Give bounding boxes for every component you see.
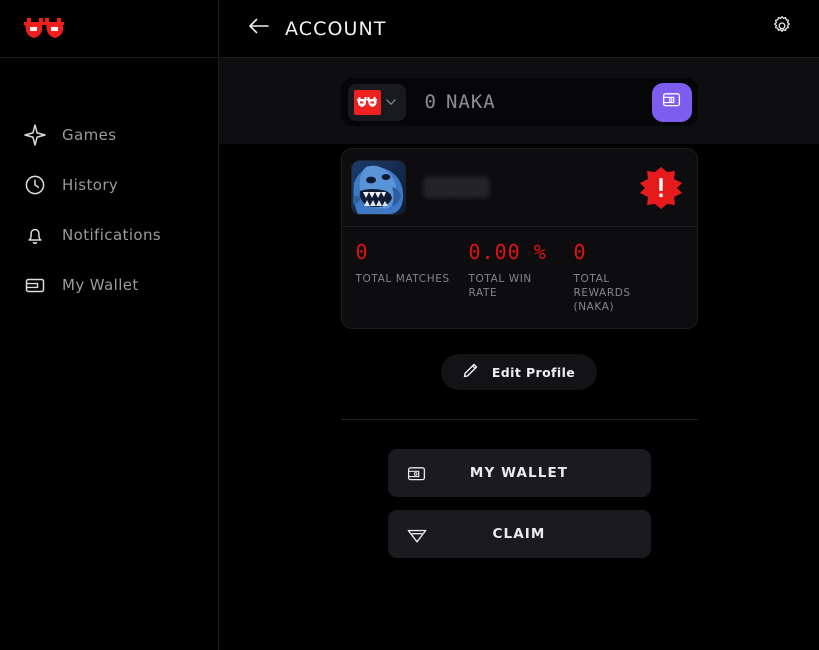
naka-mask-logo-icon bbox=[24, 17, 64, 40]
balance-amount: 0 bbox=[424, 91, 437, 113]
claim-button[interactable]: CLAIM bbox=[387, 510, 651, 558]
stat-label: TOTAL REWARDS (NAKA) bbox=[573, 273, 631, 313]
page-title: ACCOUNT bbox=[285, 17, 387, 40]
sparkle-icon bbox=[24, 124, 46, 146]
main-content: ACCOUNT 0 NAKA 0 TOTAL MATCHES 0.00 % TO… bbox=[219, 0, 819, 650]
balance-display: 0 NAKA bbox=[425, 91, 496, 113]
sidebar-item-label: Notifications bbox=[62, 226, 162, 244]
action-buttons: MY WALLET CLAIM bbox=[219, 449, 819, 558]
balance-token: NAKA bbox=[445, 91, 496, 113]
sidebar-item-games[interactable]: Games bbox=[0, 110, 218, 160]
profile-card: 0 TOTAL MATCHES 0.00 % TOTAL WIN RATE 0 … bbox=[340, 148, 698, 329]
sidebar-item-label: My Wallet bbox=[62, 276, 139, 294]
avatar bbox=[350, 160, 406, 215]
open-wallet-button[interactable] bbox=[651, 82, 692, 122]
profile-header bbox=[342, 149, 697, 226]
gear-icon bbox=[771, 15, 793, 42]
clock-icon bbox=[24, 174, 46, 196]
arrow-left-icon bbox=[248, 17, 270, 40]
bell-icon bbox=[24, 224, 46, 246]
balance-bar: 0 NAKA bbox=[340, 78, 698, 126]
stat-value: 0 bbox=[573, 240, 587, 264]
sidebar-logo[interactable] bbox=[0, 0, 218, 58]
stat-total-win-rate: 0.00 % TOTAL WIN RATE bbox=[455, 241, 560, 314]
alert-badge[interactable] bbox=[639, 166, 683, 210]
chevron-down-icon bbox=[384, 95, 398, 109]
stat-label: TOTAL WIN RATE bbox=[468, 273, 532, 299]
sidebar-item-label: Games bbox=[62, 126, 117, 144]
account-page: Games History Notifications My Wallet AC… bbox=[0, 0, 819, 650]
my-wallet-button[interactable]: MY WALLET bbox=[387, 449, 651, 497]
stat-label: TOTAL MATCHES bbox=[355, 273, 450, 285]
profile-stats: 0 TOTAL MATCHES 0.00 % TOTAL WIN RATE 0 … bbox=[342, 227, 697, 328]
settings-button[interactable] bbox=[769, 16, 795, 42]
chain-selector[interactable] bbox=[347, 83, 406, 121]
stat-value: 0 bbox=[355, 240, 369, 264]
sidebar-item-label: History bbox=[62, 176, 119, 194]
back-button[interactable] bbox=[247, 17, 271, 41]
sidebar-item-history[interactable]: History bbox=[0, 160, 218, 210]
stat-total-rewards: 0 TOTAL REWARDS (NAKA) bbox=[560, 241, 697, 314]
wallet-icon bbox=[24, 274, 46, 296]
stat-value: 0.00 % bbox=[468, 240, 547, 264]
naka-mask-icon bbox=[353, 89, 381, 115]
edit-profile-wrap: Edit Profile bbox=[219, 354, 819, 390]
sidebar-nav: Games History Notifications My Wallet bbox=[0, 58, 218, 310]
pencil-icon bbox=[463, 361, 480, 383]
edit-profile-label: Edit Profile bbox=[491, 364, 576, 380]
edit-profile-button[interactable]: Edit Profile bbox=[440, 354, 598, 390]
monster-avatar-image bbox=[351, 161, 405, 214]
sidebar-item-my-wallet[interactable]: My Wallet bbox=[0, 260, 218, 310]
account-body: 0 NAKA 0 TOTAL MATCHES 0.00 % TOTAL WIN … bbox=[219, 78, 819, 558]
sidebar: Games History Notifications My Wallet bbox=[0, 0, 219, 650]
alert-burst-icon bbox=[639, 166, 682, 209]
page-header: ACCOUNT bbox=[219, 0, 819, 58]
wallet-icon bbox=[661, 89, 682, 115]
section-divider bbox=[340, 419, 698, 420]
diamond-icon bbox=[406, 523, 428, 545]
wallet-icon bbox=[406, 462, 428, 484]
stat-total-matches: 0 TOTAL MATCHES bbox=[342, 241, 455, 314]
sidebar-item-notifications[interactable]: Notifications bbox=[0, 210, 218, 260]
username-redacted bbox=[423, 177, 490, 198]
